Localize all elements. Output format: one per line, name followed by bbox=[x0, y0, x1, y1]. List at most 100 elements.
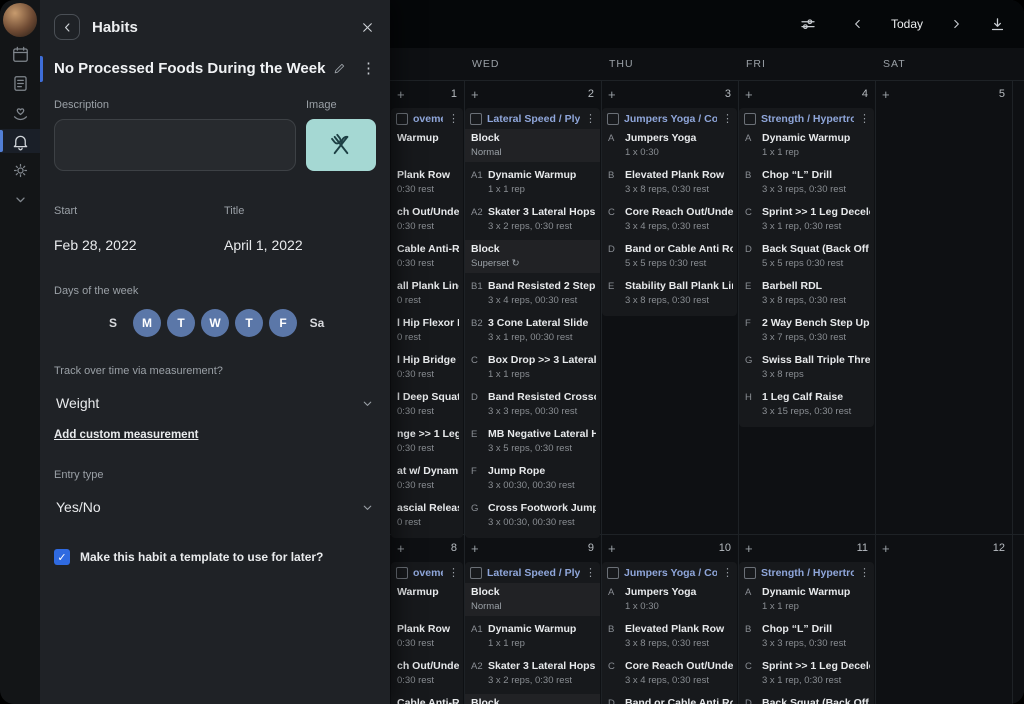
calendar-day-cell[interactable]: +2Lateral Speed / Plyo⋮BlockNormalA1Dyna… bbox=[464, 80, 601, 534]
kebab-icon[interactable]: ⋮ bbox=[448, 568, 459, 579]
exercise-row[interactable]: A1Dynamic Warmup1 x 1 rep bbox=[465, 166, 600, 199]
sidebar-item-notes[interactable] bbox=[0, 71, 40, 95]
kebab-icon[interactable]: ⋮ bbox=[585, 568, 596, 579]
exercise-row[interactable]: F2 Way Bench Step Up3 x 7 reps, 0:30 res… bbox=[739, 314, 874, 347]
day-toggle-s[interactable]: S bbox=[99, 309, 127, 337]
exercise-row[interactable]: ch Out/Under0:30 rest bbox=[391, 203, 463, 236]
add-workout-button[interactable]: + bbox=[882, 542, 890, 555]
block-row[interactable]: BlockNormal bbox=[465, 583, 600, 616]
exercise-row[interactable]: AJumpers Yoga1 x 0:30 bbox=[602, 583, 737, 616]
calendar-day-cell[interactable]: +12 bbox=[875, 534, 1012, 704]
exercise-row[interactable]: ascial Release C…0 rest bbox=[391, 499, 463, 532]
exercise-row[interactable]: DBand or Cable Anti Rotati…5 x 5 reps 0:… bbox=[602, 694, 737, 704]
calendar-day-cell[interactable]: +8ovement Q…⋮WarmupPlank Row0:30 restch … bbox=[390, 534, 464, 704]
exercise-row[interactable]: Warmup bbox=[391, 129, 463, 162]
workout-title[interactable]: ovement Q… bbox=[413, 113, 443, 125]
calendar-day-cell[interactable]: +10Jumpers Yoga / Core⋮AJumpers Yoga1 x … bbox=[601, 534, 738, 704]
block-row[interactable]: BlockSuperset ↻ bbox=[465, 694, 600, 704]
exercise-row[interactable]: at w/ Dynamic P…0:30 rest bbox=[391, 462, 463, 495]
workout-card[interactable]: Jumpers Yoga / Core⋮AJumpers Yoga1 x 0:3… bbox=[602, 562, 737, 704]
avatar[interactable] bbox=[3, 3, 37, 37]
exercise-row[interactable]: AJumpers Yoga1 x 0:30 bbox=[602, 129, 737, 162]
calendar-day-cell[interactable]: +4Strength / Hypertro…⋮ADynamic Warmup1 … bbox=[738, 80, 875, 534]
sidebar-item-settings[interactable] bbox=[0, 158, 40, 182]
exercise-row[interactable]: A2Skater 3 Lateral Hops >> …3 x 2 reps, … bbox=[465, 203, 600, 236]
workout-checkbox[interactable] bbox=[607, 113, 619, 125]
exercise-row[interactable]: FJump Rope3 x 00:30, 00:30 rest bbox=[465, 462, 600, 495]
exercise-row[interactable]: EStability Ball Plank Linear …3 x 8 reps… bbox=[602, 277, 737, 310]
kebab-icon[interactable]: ⋮ bbox=[859, 568, 870, 579]
workout-card[interactable]: Lateral Speed / Plyo ⋮ BlockNormal A1Dynami… bbox=[465, 108, 600, 538]
exercise-row[interactable]: EBarbell RDL3 x 8 reps, 0:30 rest bbox=[739, 277, 874, 310]
workout-checkbox[interactable] bbox=[470, 113, 482, 125]
exercise-row[interactable]: DBand or Cable Anti Rotati…5 x 5 reps 0:… bbox=[602, 240, 737, 273]
calendar-day-cell[interactable]: +9Lateral Speed / Plyo⋮BlockNormalA1Dyna… bbox=[464, 534, 601, 704]
template-checkbox[interactable]: ✓ bbox=[54, 549, 70, 565]
workout-card[interactable]: ovement Q…⋮WarmupPlank Row0:30 restch Ou… bbox=[391, 108, 463, 538]
kebab-icon[interactable]: ⋮ bbox=[448, 114, 459, 125]
workout-card[interactable]: Jumpers Yoga / Core ⋮ AJumpers Yoga1 x 0:3… bbox=[602, 108, 737, 316]
entry-type-select[interactable]: Yes/No bbox=[54, 493, 376, 521]
exercise-row[interactable]: CCore Reach Out/Under3 x 4 reps, 0:30 re… bbox=[602, 203, 737, 236]
day-toggle-w[interactable]: W bbox=[201, 309, 229, 337]
add-workout-button[interactable]: + bbox=[882, 88, 890, 101]
exercise-row[interactable]: BChop “L” Drill3 x 3 reps, 0:30 rest bbox=[739, 620, 874, 653]
workout-title[interactable]: Strength / Hypertro… bbox=[761, 567, 854, 579]
sidebar-item-more[interactable] bbox=[0, 187, 40, 211]
habit-menu-button[interactable]: ⋮ bbox=[361, 59, 376, 77]
calendar-day-cell[interactable]: +11Strength / Hypertro…⋮ADynamic Warmup1… bbox=[738, 534, 875, 704]
exercise-row[interactable]: BChop “L” Drill3 x 3 reps, 0:30 rest bbox=[739, 166, 874, 199]
prev-button[interactable] bbox=[851, 17, 865, 31]
exercise-row[interactable]: GSwiss Ball Triple Threat3 x 8 reps bbox=[739, 351, 874, 384]
kebab-icon[interactable]: ⋮ bbox=[585, 114, 596, 125]
block-row[interactable]: BlockNormal bbox=[465, 129, 600, 162]
exercise-row[interactable]: ADynamic Warmup1 x 1 rep bbox=[739, 129, 874, 162]
exercise-row[interactable]: ADynamic Warmup1 x 1 rep bbox=[739, 583, 874, 616]
exercise-row[interactable]: CCore Reach Out/Under3 x 4 reps, 0:30 re… bbox=[602, 657, 737, 690]
kebab-icon[interactable]: ⋮ bbox=[722, 114, 733, 125]
sidebar-item-calendar[interactable] bbox=[0, 42, 40, 66]
exercise-row[interactable]: CBox Drop >> 3 Lateral H…1 x 1 reps bbox=[465, 351, 600, 384]
add-workout-button[interactable]: + bbox=[471, 88, 479, 101]
filters-button[interactable] bbox=[799, 15, 817, 33]
day-toggle-t[interactable]: T bbox=[167, 309, 195, 337]
start-date-value[interactable]: Feb 28, 2022 bbox=[54, 237, 224, 253]
add-workout-button[interactable]: + bbox=[745, 88, 753, 101]
exercise-row[interactable]: B23 Cone Lateral Slide3 x 1 rep, 00:30 r… bbox=[465, 314, 600, 347]
exercise-row[interactable]: B1Band Resisted 2 Step Late…3 x 4 reps, … bbox=[465, 277, 600, 310]
sidebar-item-notifications[interactable] bbox=[0, 129, 40, 153]
exercise-row[interactable]: Cable Anti-Rotati…0:30 rest bbox=[391, 694, 463, 704]
exercise-row[interactable]: CSprint >> 1 Leg Decelerations3 x 1 rep,… bbox=[739, 657, 874, 690]
day-toggle-m[interactable]: M bbox=[133, 309, 161, 337]
workout-title[interactable]: Lateral Speed / Plyo bbox=[487, 113, 580, 125]
exercise-row[interactable]: nge >> 1 Leg St…0:30 rest bbox=[391, 425, 463, 458]
add-workout-button[interactable]: + bbox=[608, 88, 616, 101]
exercise-row[interactable]: DBack Squat (Back Off Set)5 x 5 reps 0:3… bbox=[739, 240, 874, 273]
add-workout-button[interactable]: + bbox=[397, 542, 405, 555]
workout-title[interactable]: Strength / Hypertro… bbox=[761, 113, 854, 125]
today-button[interactable]: Today bbox=[891, 17, 923, 31]
kebab-icon[interactable]: ⋮ bbox=[722, 568, 733, 579]
day-toggle-sa[interactable]: Sa bbox=[303, 309, 331, 337]
add-custom-measurement-link[interactable]: Add custom measurement bbox=[54, 429, 376, 441]
block-row[interactable]: BlockSuperset ↻ bbox=[465, 240, 600, 273]
calendar-day-cell[interactable]: +5 bbox=[875, 80, 1012, 534]
workout-title[interactable]: Jumpers Yoga / Core bbox=[624, 113, 717, 125]
habit-image-tile[interactable] bbox=[306, 119, 376, 171]
calendar-day-cell[interactable]: +3Jumpers Yoga / Core⋮AJumpers Yoga1 x 0… bbox=[601, 80, 738, 534]
kebab-icon[interactable]: ⋮ bbox=[859, 114, 870, 125]
exercise-row[interactable]: BElevated Plank Row3 x 8 reps, 0:30 rest bbox=[602, 166, 737, 199]
edit-button[interactable] bbox=[333, 62, 346, 75]
exercise-row[interactable]: BElevated Plank Row3 x 8 reps, 0:30 rest bbox=[602, 620, 737, 653]
exercise-row[interactable]: A2Skater 3 Lateral Hops >> …3 x 2 reps, … bbox=[465, 657, 600, 690]
workout-card[interactable]: Strength / Hypertro… ⋮ ADynamic Warmup1 x … bbox=[739, 562, 874, 704]
exercise-row[interactable]: A1Dynamic Warmup1 x 1 rep bbox=[465, 620, 600, 653]
end-date-value[interactable]: April 1, 2022 bbox=[224, 237, 376, 253]
exercise-row[interactable]: l Hip Bridge w/ …0:30 rest bbox=[391, 351, 463, 384]
workout-checkbox[interactable] bbox=[396, 567, 408, 579]
add-workout-button[interactable]: + bbox=[397, 88, 405, 101]
exercise-row[interactable]: EMB Negative Lateral Hop…3 x 5 reps, 0:3… bbox=[465, 425, 600, 458]
description-input[interactable] bbox=[54, 119, 296, 171]
back-button[interactable] bbox=[54, 14, 80, 40]
day-toggle-t[interactable]: T bbox=[235, 309, 263, 337]
